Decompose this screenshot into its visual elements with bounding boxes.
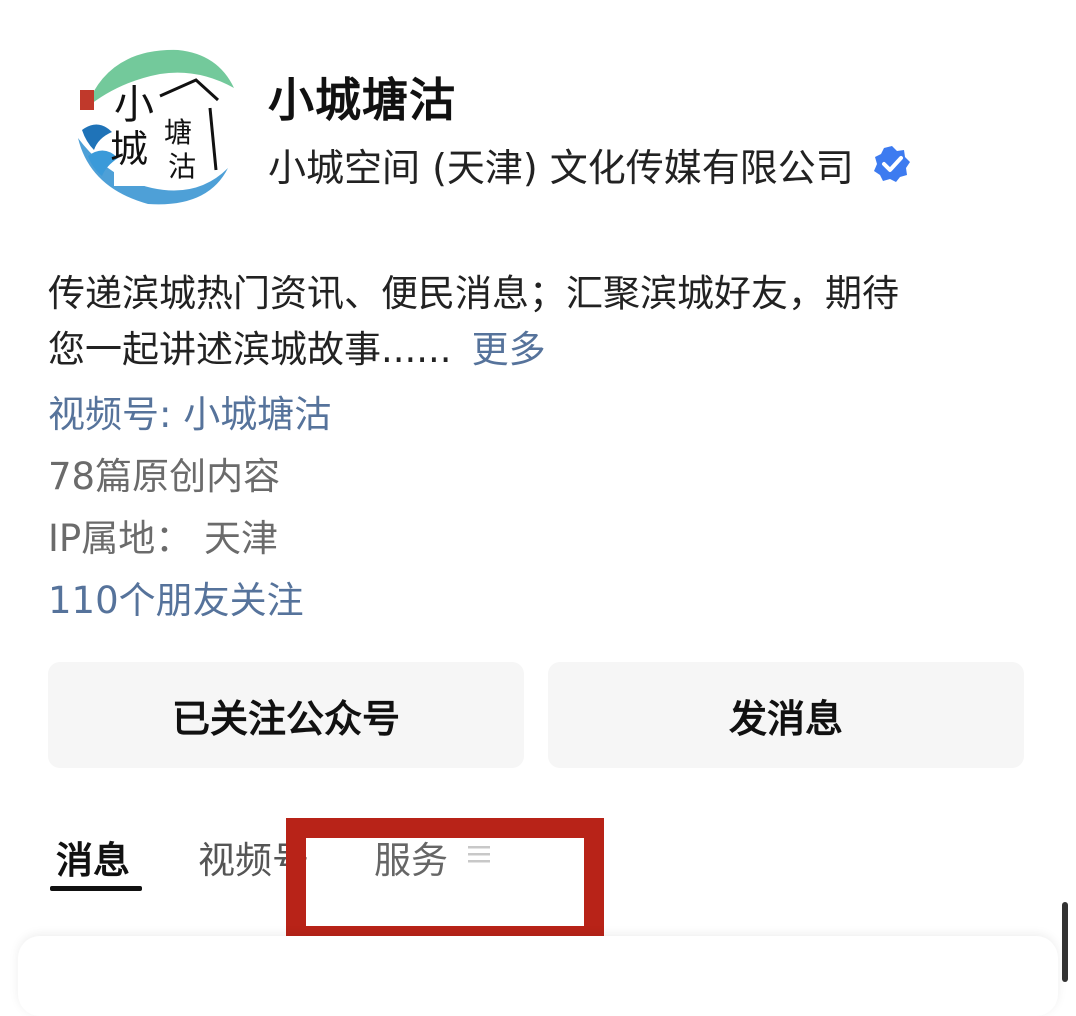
description-line-1: 传递滨城热门资讯、便民消息；汇聚滨城好友，期待: [48, 272, 899, 315]
ip-location: IP属地： 天津: [48, 517, 278, 560]
svg-text:沽: 沽: [168, 150, 196, 183]
scrollbar-thumb[interactable]: [1062, 902, 1068, 982]
description-line-2: 您一起讲述滨城故事...... 更多: [48, 322, 1038, 378]
svg-text:小: 小: [114, 82, 154, 128]
company-row[interactable]: 小城空间 (天津) 文化传媒有限公司: [268, 138, 912, 190]
highlight-annotation-box: [286, 818, 604, 946]
send-message-button[interactable]: 发消息: [548, 662, 1024, 768]
company-name: 小城空间 (天津) 文化传媒有限公司: [268, 145, 854, 190]
active-tab-indicator: [50, 886, 142, 891]
account-description: 传递滨城热门资讯、便民消息；汇聚滨城好友，期待 您一起讲述滨城故事...... 更…: [48, 266, 1038, 378]
verified-badge-icon: [872, 144, 912, 184]
followed-account-label: 已关注公众号: [171, 696, 400, 741]
followed-account-button[interactable]: 已关注公众号: [48, 662, 524, 768]
tab-messages[interactable]: 消息: [56, 830, 130, 884]
original-count: 78篇原创内容: [48, 455, 281, 498]
friends-following-link[interactable]: 110个朋友关注: [48, 570, 304, 624]
svg-text:塘: 塘: [164, 116, 192, 149]
svg-text:城: 城: [110, 127, 148, 171]
description-text: 您一起讲述滨城故事......: [48, 328, 452, 371]
send-message-label: 发消息: [728, 696, 843, 741]
account-name: 小城塘沽: [268, 73, 456, 127]
brand-logo-icon: 小 城 塘 沽: [74, 44, 234, 205]
account-logo[interactable]: 小 城 塘 沽: [68, 38, 240, 210]
more-link[interactable]: 更多: [472, 328, 546, 371]
content-card: [18, 936, 1058, 1016]
channel-link[interactable]: 视频号: 小城塘沽: [48, 384, 331, 438]
